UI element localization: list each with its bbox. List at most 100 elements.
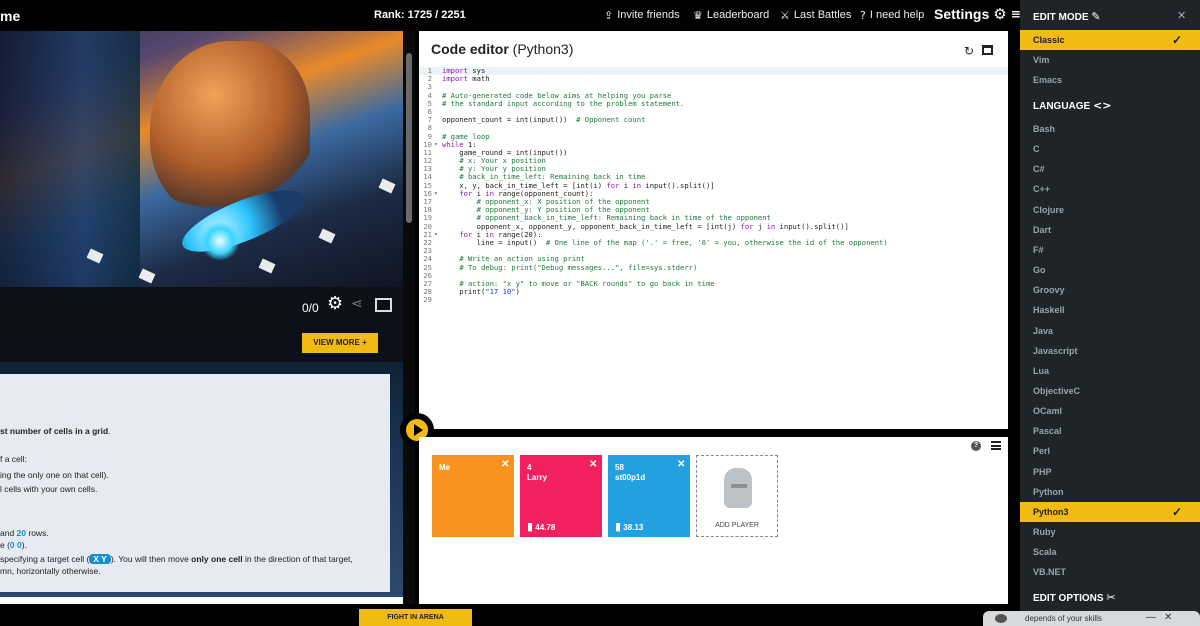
code-text: # To debug: print("Debug messages...", f… <box>459 262 698 272</box>
edit-mode-option-classic[interactable]: Classic ✓ <box>1020 30 1200 50</box>
language-option-f-[interactable]: F# <box>1020 240 1200 260</box>
code-line[interactable]: 25 # To debug: print("Debug messages..."… <box>419 262 1008 272</box>
language-option-pascal[interactable]: Pascal <box>1020 421 1200 441</box>
language-option-python[interactable]: Python <box>1020 482 1200 502</box>
score-value: 38.13 <box>623 523 644 532</box>
flying-paper <box>258 258 276 274</box>
code-line[interactable]: 1 import sys <box>419 66 1008 76</box>
language-option-haskell[interactable]: Haskell <box>1020 300 1200 320</box>
player-score: ▮ 38.13 <box>615 521 643 532</box>
language-option-label: Perl <box>1033 446 1051 457</box>
chat-bar[interactable]: depends of your skills — ✕ <box>983 611 1200 626</box>
last-battles-link[interactable]: ⚔ Last Battles <box>780 9 851 21</box>
play-triangle-icon <box>414 424 423 436</box>
help-icon[interactable]: ? <box>971 441 981 451</box>
language-option-ocaml[interactable]: OCaml <box>1020 401 1200 421</box>
language-option-vb-net[interactable]: VB.NET <box>1020 562 1200 582</box>
fold-toggle-icon[interactable]: ▾ <box>434 141 438 149</box>
fight-in-arena-button[interactable]: FIGHT IN ARENA <box>359 609 472 626</box>
pane-divider[interactable] <box>419 429 1008 437</box>
language-option-bash[interactable]: Bash <box>1020 119 1200 139</box>
fold-toggle-icon[interactable]: ▾ <box>434 231 438 239</box>
language-option-dart[interactable]: Dart <box>1020 220 1200 240</box>
language-option-c-[interactable]: C# <box>1020 159 1200 179</box>
player-card-st00p1d[interactable]: 58 st00p1d ✕ ▮ 38.13 <box>608 455 690 537</box>
viewer-settings-icon[interactable]: ⚙ <box>327 295 343 313</box>
language-option-label: Groovy <box>1033 285 1065 296</box>
share-icon: ⇪ <box>604 8 614 22</box>
minimize-chat-icon[interactable]: — <box>1146 612 1156 623</box>
language-option-label: Javascript <box>1033 345 1078 356</box>
add-player-label: ADD PLAYER <box>715 522 759 529</box>
remove-player-icon[interactable]: ✕ <box>677 459 685 470</box>
code-line[interactable]: 8 <box>419 124 1008 132</box>
edit-mode-option-vim[interactable]: Vim <box>1020 50 1200 70</box>
share-replay-icon[interactable]: ⋖ <box>351 297 363 311</box>
editor-title: Code editor <box>431 41 509 57</box>
language-option-label: Dart <box>1033 224 1052 235</box>
add-player-button[interactable]: ADD PLAYER <box>696 455 778 537</box>
maximize-icon[interactable] <box>982 45 993 55</box>
code-text: # the standard input according to the pr… <box>442 98 685 108</box>
player-score: ▮ 44.78 <box>527 521 555 532</box>
language-option-java[interactable]: Java <box>1020 321 1200 341</box>
reset-code-icon[interactable]: ↻ <box>964 45 974 57</box>
collapse-button[interactable]: — <box>386 603 402 604</box>
bar-chart-icon: ▮ <box>615 520 622 533</box>
language-option-clojure[interactable]: Clojure <box>1020 200 1200 220</box>
language-option-lua[interactable]: Lua <box>1020 361 1200 381</box>
language-option-label: Python <box>1033 486 1064 497</box>
language-option-groovy[interactable]: Groovy <box>1020 280 1200 300</box>
alley-background <box>0 31 140 287</box>
help-link[interactable]: ? I need help <box>860 9 924 21</box>
view-more-button[interactable]: VIEW MORE + <box>302 333 378 353</box>
language-option-php[interactable]: PHP <box>1020 462 1200 482</box>
statement-line: ing the only one on that cell). <box>0 470 109 480</box>
language-option-scala[interactable]: Scala <box>1020 542 1200 562</box>
language-option-perl[interactable]: Perl <box>1020 441 1200 461</box>
language-option-label: Ruby <box>1033 527 1056 537</box>
code-line[interactable]: 29 <box>419 296 1008 304</box>
close-sidebar-icon[interactable]: ✕ <box>1177 9 1186 22</box>
code-line[interactable]: 2 import math <box>419 74 1008 83</box>
language-option-label: C# <box>1033 164 1045 175</box>
code-line[interactable]: 28 print("17 10") <box>419 287 1008 297</box>
language-option-python3[interactable]: Python3 ✓ <box>1020 501 1200 522</box>
language-option-label: Go <box>1033 265 1046 276</box>
fold-toggle-icon[interactable]: ▾ <box>434 190 438 198</box>
language-option-c[interactable]: C <box>1020 139 1200 159</box>
leaderboard-link[interactable]: ♛ Leaderboard <box>693 9 769 21</box>
statement-line: st number of cells in a grid. <box>0 426 111 436</box>
statement-line: mn, horizontally otherwise. <box>0 566 101 576</box>
code-line[interactable]: 22 line = input() # One line of the map … <box>419 238 1008 247</box>
edit-options-heading[interactable]: EDIT OPTIONS ✂ <box>1033 592 1116 604</box>
code-line[interactable]: 5 # the standard input according to the p… <box>419 98 1008 108</box>
edit-mode-option-emacs[interactable]: Emacs <box>1020 70 1200 90</box>
fullscreen-icon[interactable] <box>375 298 392 312</box>
code-area[interactable]: 1 import sys 2 import math 3 4 # Auto-generate… <box>419 66 1008 304</box>
remove-player-icon[interactable]: ✕ <box>501 459 509 470</box>
scrollbar-thumb[interactable] <box>406 53 412 223</box>
remove-player-icon[interactable]: ✕ <box>589 459 597 470</box>
player-card-larry[interactable]: 4 Larry ✕ ▮ 44.78 <box>520 455 602 537</box>
language-option-objectivec[interactable]: ObjectiveC <box>1020 381 1200 401</box>
settings-button[interactable]: Settings ⚙ ≡ <box>934 6 1021 22</box>
player-name: Me <box>439 463 451 472</box>
menu-icon[interactable] <box>991 441 1001 450</box>
code-line[interactable]: 7 opponent_count = int(input()) # Opponen… <box>419 115 1008 124</box>
language-option-c-[interactable]: C++ <box>1020 179 1200 199</box>
wrench-icon: ✂ <box>1106 591 1116 604</box>
settings-sidebar: EDIT MODE ✎ LANGUAGE <> EDIT OPTIONS ✂ C… <box>1020 0 1200 626</box>
code-text: print("17 10") <box>442 287 520 297</box>
language-option-go[interactable]: Go <box>1020 260 1200 280</box>
left-scrollbar[interactable] <box>403 31 415 604</box>
close-chat-icon[interactable]: ✕ <box>1164 612 1172 623</box>
language-option-label: OCaml <box>1033 406 1063 417</box>
invite-friends-link[interactable]: ⇪ Invite friends <box>604 9 680 21</box>
code-line[interactable]: 9 # game loop <box>419 132 1008 141</box>
language-option-ruby[interactable]: Ruby <box>1020 522 1200 542</box>
language-option-javascript[interactable]: Javascript <box>1020 341 1200 361</box>
language-option-label: Java <box>1033 325 1054 336</box>
player-card-me[interactable]: Me ✕ <box>432 455 514 537</box>
statement-line: and 20 rows. <box>0 528 49 538</box>
